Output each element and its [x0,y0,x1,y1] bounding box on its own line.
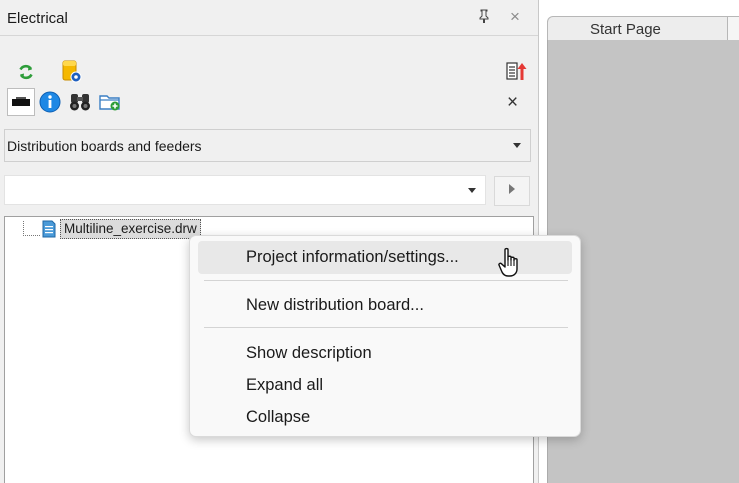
hand-cursor-icon [497,247,523,284]
view-dropdown[interactable]: Distribution boards and feeders [4,129,531,162]
info-button[interactable] [36,88,64,116]
close-icon[interactable]: × [510,7,520,27]
export-list-icon [505,60,527,82]
new-folder-button[interactable] [96,88,124,116]
toolbar-close-icon[interactable]: × [507,93,518,113]
find-button[interactable] [66,88,94,116]
tree-connector [23,221,40,236]
database-settings-button[interactable] [57,57,85,85]
tree-item-project[interactable]: Multiline_exercise.drw [60,219,201,239]
search-history-chevron-down-icon[interactable] [468,188,476,193]
view-dropdown-value: Distribution boards and feeders [7,138,202,154]
panel-title: Electrical [7,10,68,27]
arrow-right-icon [507,182,517,200]
search-input[interactable] [4,175,486,205]
refresh-icon [17,63,35,81]
refresh-button[interactable] [12,58,40,86]
database-settings-icon [59,59,83,83]
info-icon [39,91,61,113]
panel-titlebar: Electrical × [0,0,538,36]
chevron-down-icon [513,143,521,148]
export-list-button[interactable] [502,57,530,85]
monitor-icon [11,96,31,108]
menu-item-show-description[interactable]: Show description [198,337,572,370]
menu-item-expand-all[interactable]: Expand all [198,369,572,402]
new-folder-icon [98,92,122,112]
pin-icon[interactable] [478,9,490,26]
menu-separator [204,327,568,328]
menu-item-new-distribution-board[interactable]: New distribution board... [198,289,572,322]
go-button[interactable] [494,176,530,206]
monitor-view-button[interactable] [7,88,35,116]
menu-item-collapse[interactable]: Collapse [198,401,572,434]
tab-start-page[interactable]: Start Page [547,16,733,41]
binoculars-icon [69,92,91,112]
tab-next-partial[interactable] [727,16,739,42]
document-icon [41,220,57,243]
